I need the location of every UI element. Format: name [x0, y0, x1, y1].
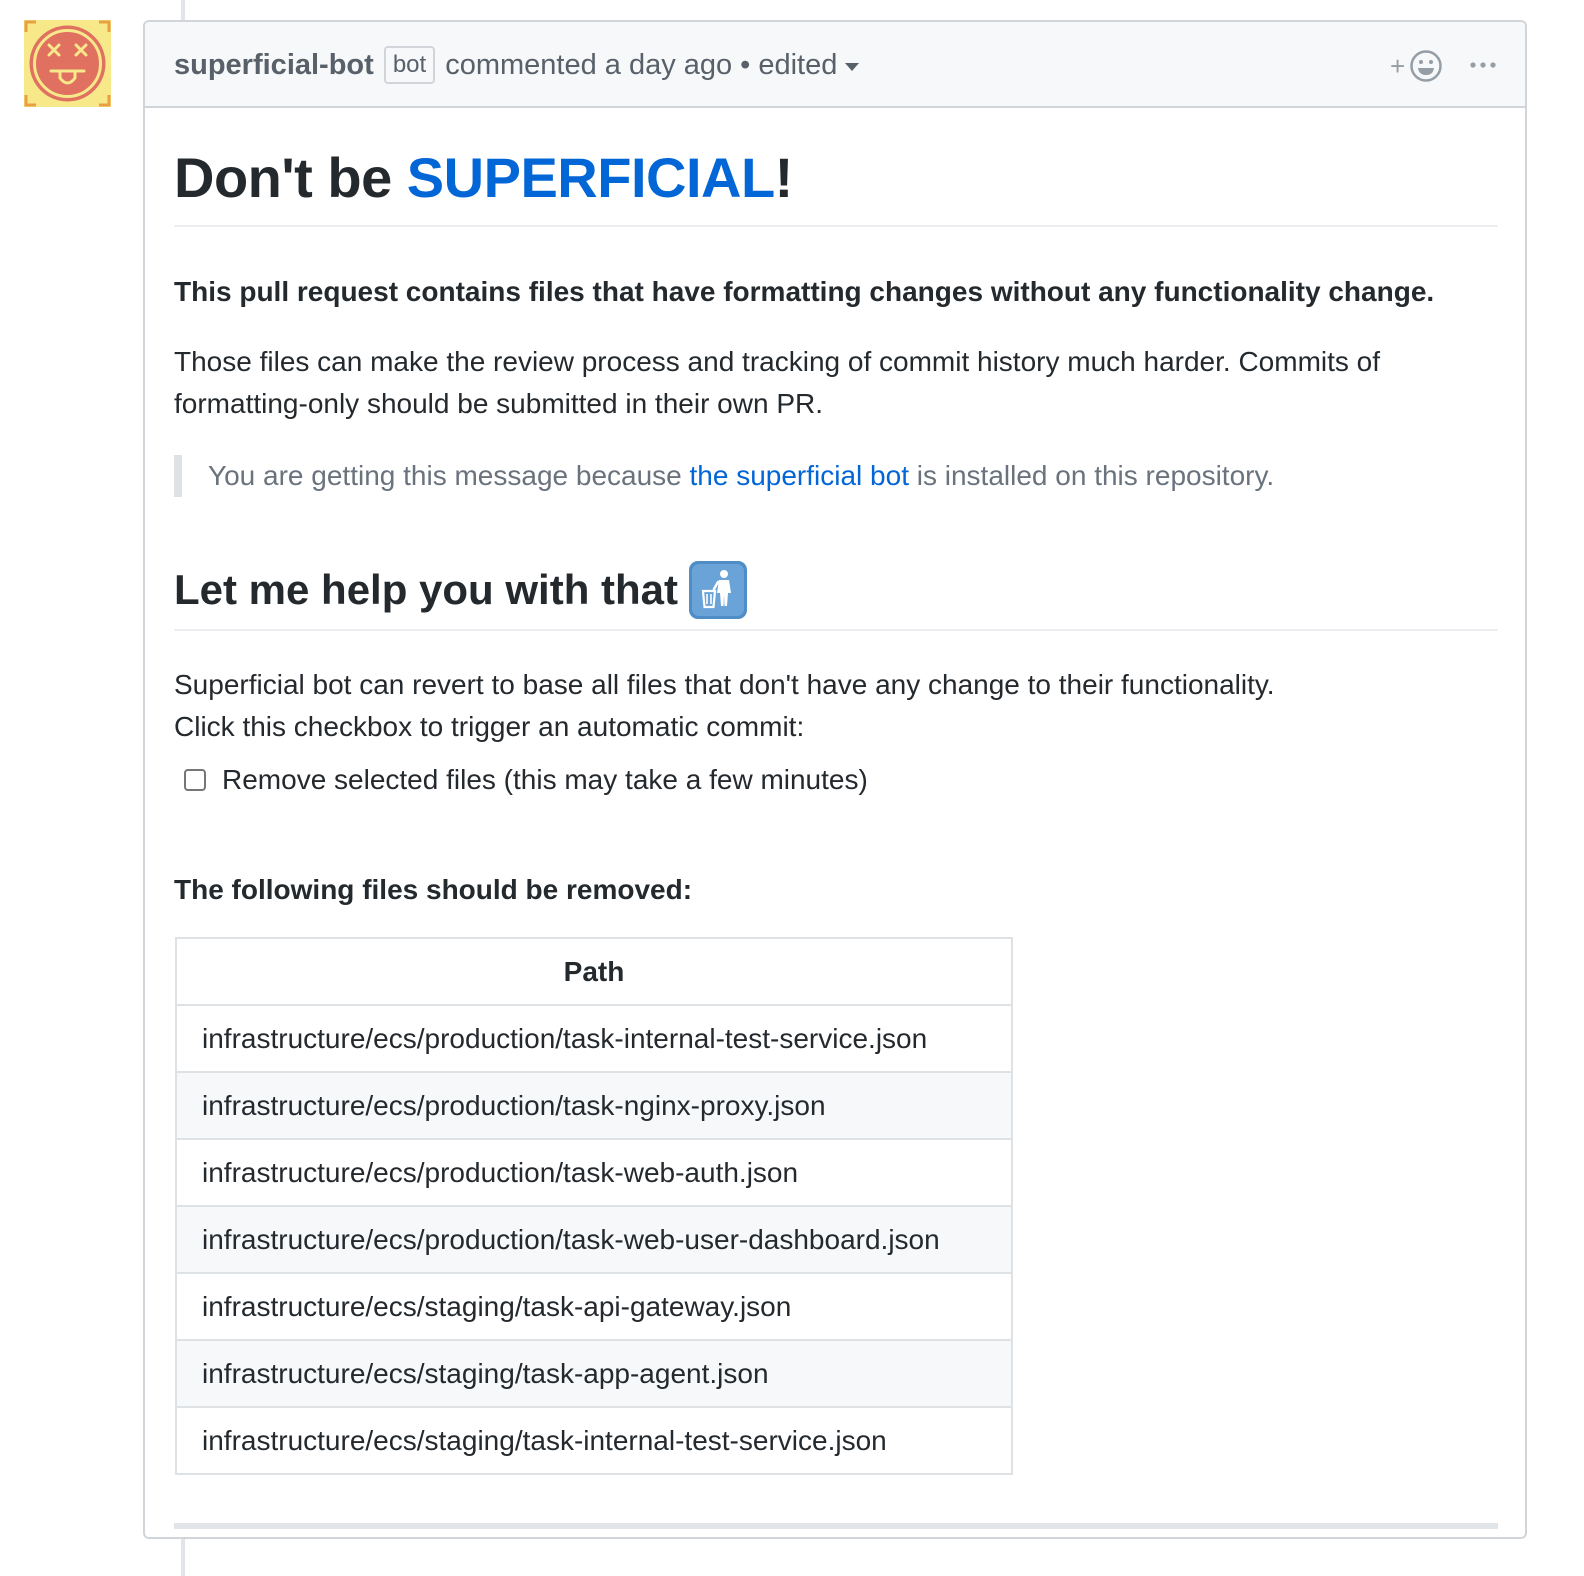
table-row: infrastructure/ecs/staging/task-api-gate… — [175, 1272, 1013, 1341]
help-line-1: Superficial bot can revert to base all f… — [174, 669, 1275, 700]
title-prefix: Don't be — [174, 146, 407, 209]
table-row: infrastructure/ecs/production/task-nginx… — [175, 1071, 1013, 1140]
comment-meta: superficial-bot bot commented a day ago … — [174, 46, 860, 84]
kebab-horizontal-icon — [1470, 62, 1496, 68]
intro-paragraph: Those files can make the review process … — [174, 346, 1381, 419]
file-path-cell: infrastructure/ecs/staging/task-app-agen… — [175, 1339, 1013, 1408]
add-reaction-button[interactable]: + — [1390, 46, 1443, 86]
file-path-cell: infrastructure/ecs/production/task-inter… — [175, 1004, 1013, 1073]
files-heading: The following files should be removed: — [174, 874, 693, 905]
timeline-line-bottom — [181, 1539, 185, 1576]
chevron-down-icon — [845, 63, 860, 71]
file-path-cell: infrastructure/ecs/staging/task-api-gate… — [175, 1272, 1013, 1341]
comment-box: superficial-bot bot commented a day ago … — [143, 20, 1527, 1539]
title-suffix: ! — [774, 146, 794, 209]
remove-files-checkbox[interactable] — [184, 769, 206, 791]
edited-dropdown[interactable]: edited — [758, 48, 860, 82]
quote-suffix: is installed on this repository. — [908, 460, 1275, 491]
title-divider — [174, 225, 1498, 227]
intro-bold-text: This pull request contains files that ha… — [174, 276, 1435, 307]
edited-label: edited — [758, 48, 838, 81]
page-title: Don't be SUPERFICIAL! — [174, 146, 793, 210]
dizzy-face-avatar-icon — [24, 20, 111, 107]
task-item: Remove selected files (this may take a f… — [184, 764, 868, 796]
path-column-header: Path — [175, 937, 1013, 1006]
file-path-cell: infrastructure/ecs/production/task-web-a… — [175, 1138, 1013, 1207]
file-path-cell: infrastructure/ecs/production/task-web-u… — [175, 1205, 1013, 1274]
bot-avatar[interactable] — [24, 20, 111, 107]
plus-label: + — [1390, 50, 1406, 81]
file-path-cell: infrastructure/ecs/production/task-nginx… — [175, 1071, 1013, 1140]
help-heading: Let me help you with that — [174, 560, 748, 620]
install-notice-quote: You are getting this message because the… — [174, 455, 1274, 497]
table-row: infrastructure/ecs/production/task-web-u… — [175, 1205, 1013, 1274]
table-row: infrastructure/ecs/production/task-web-a… — [175, 1138, 1013, 1207]
help-paragraph: Superficial bot can revert to base all f… — [174, 664, 1500, 748]
author-link[interactable]: superficial-bot — [174, 49, 374, 82]
help-heading-text: Let me help you with that — [174, 566, 679, 613]
smiley-icon — [1410, 50, 1442, 82]
separator-dot: • — [740, 48, 751, 81]
table-row: infrastructure/ecs/staging/task-internal… — [175, 1406, 1013, 1475]
superficial-bot-link[interactable]: the superficial bot — [690, 460, 909, 491]
table-row: infrastructure/ecs/production/task-inter… — [175, 1004, 1013, 1073]
file-path-cell: infrastructure/ecs/staging/task-internal… — [175, 1406, 1013, 1475]
bot-badge: bot — [383, 46, 436, 84]
superficial-link[interactable]: SUPERFICIAL — [407, 146, 775, 209]
files-table: Path infrastructure/ecs/production/task-… — [175, 937, 1013, 1475]
more-options-button[interactable] — [1468, 50, 1500, 80]
quote-prefix: You are getting this message because — [208, 460, 690, 491]
comment-header: superficial-bot bot commented a day ago … — [145, 22, 1525, 108]
put-litter-in-its-place-emoji-icon — [689, 561, 748, 619]
table-header-row: Path — [175, 937, 1013, 1006]
bottom-divider — [174, 1523, 1498, 1529]
table-row: infrastructure/ecs/staging/task-app-agen… — [175, 1339, 1013, 1408]
help-line-2: Click this checkbox to trigger an automa… — [174, 711, 805, 742]
timeline-line-top — [181, 0, 185, 20]
help-divider — [174, 629, 1498, 631]
comment-timestamp[interactable]: commented a day ago — [445, 49, 732, 82]
task-label: Remove selected files (this may take a f… — [222, 764, 868, 795]
